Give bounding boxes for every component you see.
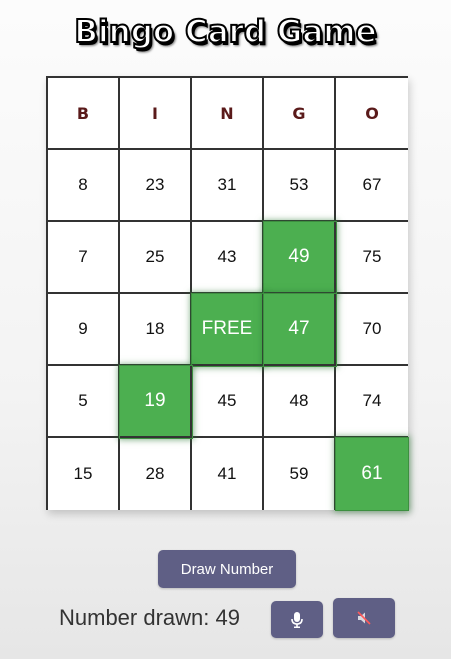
- bingo-cell[interactable]: 18: [120, 294, 192, 366]
- column-header-b: B: [48, 78, 120, 150]
- column-header-o: O: [336, 78, 408, 150]
- bingo-cell[interactable]: 59: [264, 438, 336, 510]
- bingo-cell[interactable]: 8: [48, 150, 120, 222]
- bingo-cell[interactable]: 15: [48, 438, 120, 510]
- bingo-cell[interactable]: 48: [264, 366, 336, 438]
- game-title: Bingo Card Game: [73, 13, 377, 51]
- microphone-button[interactable]: [271, 601, 323, 638]
- draw-number-button[interactable]: Draw Number: [158, 550, 296, 588]
- bingo-cell[interactable]: 47: [263, 293, 337, 367]
- bingo-cell[interactable]: 43: [192, 222, 264, 294]
- bingo-cell[interactable]: 19: [119, 365, 193, 439]
- bingo-cell[interactable]: 61: [335, 437, 409, 511]
- bingo-cell[interactable]: 49: [263, 221, 337, 295]
- bingo-cell[interactable]: 5: [48, 366, 120, 438]
- microphone-icon: [291, 611, 303, 628]
- mute-toggle-button[interactable]: [333, 598, 395, 638]
- bingo-cell[interactable]: 9: [48, 294, 120, 366]
- bingo-cell[interactable]: 31: [192, 150, 264, 222]
- bingo-cell[interactable]: 45: [192, 366, 264, 438]
- bingo-cell[interactable]: 28: [120, 438, 192, 510]
- bingo-cell[interactable]: 41: [192, 438, 264, 510]
- bingo-cell[interactable]: 25: [120, 222, 192, 294]
- number-drawn-status: Number drawn: 49: [59, 605, 240, 630]
- bingo-cell[interactable]: 67: [336, 150, 408, 222]
- column-header-n: N: [192, 78, 264, 150]
- bingo-cell[interactable]: 74: [336, 366, 408, 438]
- bingo-cell[interactable]: 53: [264, 150, 336, 222]
- column-header-i: I: [120, 78, 192, 150]
- bingo-cell[interactable]: 7: [48, 222, 120, 294]
- bingo-cell[interactable]: 23: [120, 150, 192, 222]
- column-header-g: G: [264, 78, 336, 150]
- free-space-cell[interactable]: FREE: [191, 293, 265, 367]
- bingo-cell[interactable]: 75: [336, 222, 408, 294]
- bingo-card: B I N G O 8 23 31 53 67 7 25 43 49 75 9 18 FREE 47 70 5 19 45 4…: [46, 76, 409, 511]
- speaker-muted-icon: [357, 611, 371, 625]
- bingo-cell[interactable]: 70: [336, 294, 408, 366]
